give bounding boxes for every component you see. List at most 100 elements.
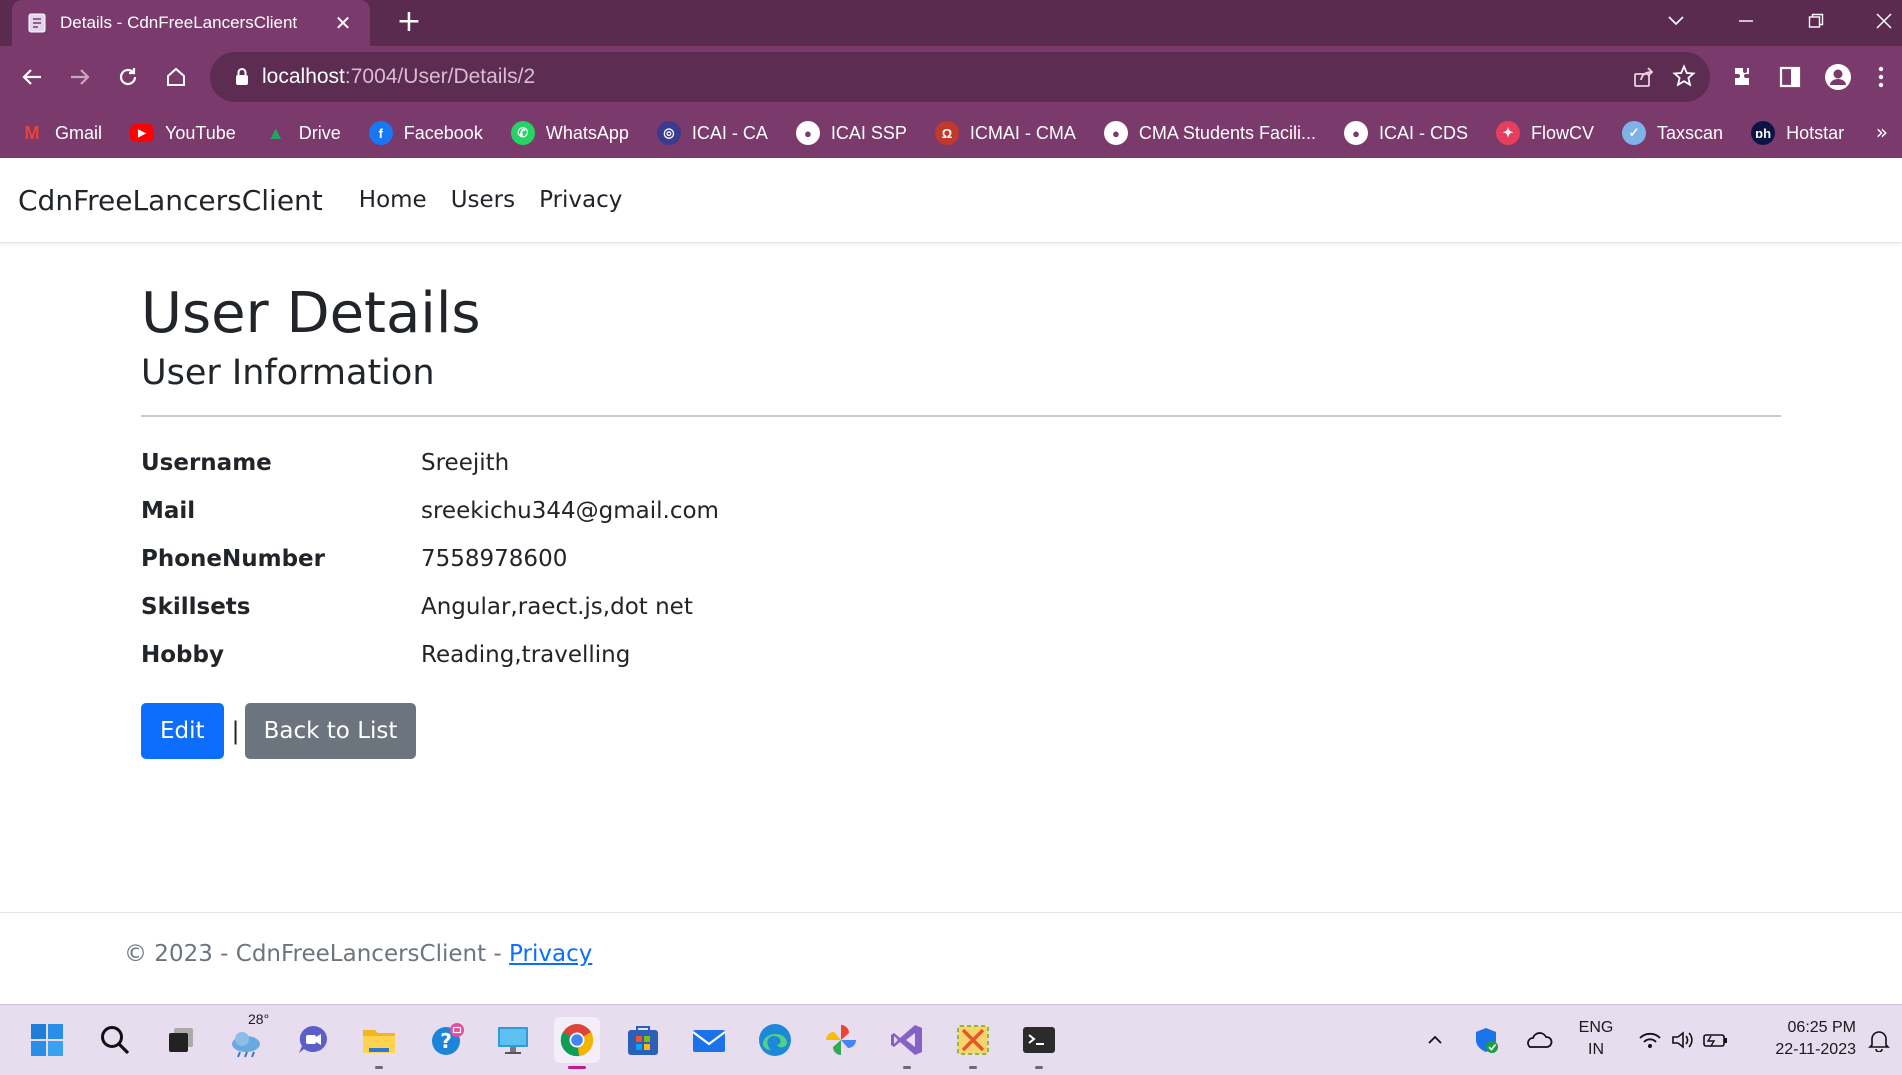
bookmark-item[interactable]: ✆ WhatsApp [510,121,629,145]
globe-icon: ● [1344,121,1368,145]
chrome-taskbar-icon[interactable] [554,1017,600,1069]
action-buttons: Edit | Back to List [141,702,1781,759]
bookmark-item[interactable]: f Facebook [368,121,483,145]
task-view-icon[interactable] [158,1017,204,1063]
volume-icon[interactable] [1668,1017,1696,1063]
bookmark-item[interactable]: ◎ ICAI - CA [656,121,768,145]
detail-row-skillsets: Skillsets Angular,raect.js,dot net [141,583,1781,631]
address-bar[interactable]: localhost:7004/User/Details/2 [210,52,1710,102]
browser-tab-active[interactable]: Details - CdnFreeLancersClient ✕ [12,0,370,46]
bookmark-item[interactable]: M Gmail [20,121,103,145]
field-value: Sreejith [421,449,510,476]
url-text: localhost:7004/User/Details/2 [262,65,535,89]
icai-icon: ◎ [656,121,681,145]
nav-link-home[interactable]: Home [359,187,427,213]
nav-link-privacy[interactable]: Privacy [539,187,622,213]
navbar-brand[interactable]: CdnFreeLancersClient [18,184,323,217]
globe-icon: ● [795,121,820,145]
reload-icon[interactable] [108,57,148,97]
notification-bell-icon[interactable] [1864,1017,1894,1063]
detail-row-hobby: Hobby Reading,travelling [141,631,1781,679]
footer-privacy-link[interactable]: Privacy [509,941,592,967]
bookmark-label: CMA Students Facili... [1138,122,1316,143]
detail-row-mail: Mail sreekichu344@gmail.com [141,487,1781,535]
url-path: :7004/User/Details/2 [344,65,536,88]
snipping-tool-icon[interactable] [950,1017,996,1069]
search-icon[interactable] [92,1017,138,1063]
lang-region: IN [1588,1041,1604,1058]
edit-button[interactable]: Edit [141,702,224,759]
bookmark-label: YouTube [165,122,236,143]
footer-copyright: © 2023 - CdnFreeLancersClient - [124,941,510,967]
tray-overflow-chevron-icon[interactable] [1420,1017,1450,1063]
restore-icon[interactable] [1796,4,1836,38]
tab-search-icon[interactable] [1656,4,1696,38]
onedrive-cloud-icon[interactable] [1520,1017,1556,1063]
bookmark-item[interactable]: ● ICAI - CDS [1344,121,1468,145]
share-icon[interactable] [1632,65,1656,93]
bookmark-label: Drive [298,122,341,143]
bookmark-item[interactable]: ✓ Taxscan [1622,121,1723,145]
svg-text:?: ? [440,1029,452,1053]
details-list: Username Sreejith Mail sreekichu344@gmai… [141,439,1781,679]
wifi-icon[interactable] [1636,1017,1664,1063]
bookmark-label: WhatsApp [545,122,629,143]
back-icon[interactable] [12,57,52,97]
tab-close-icon[interactable]: ✕ [330,11,356,35]
bookmark-label: Taxscan [1657,122,1724,143]
forward-icon[interactable] [60,57,100,97]
clock[interactable]: 06:25 PM 22-11-2023 [1748,1017,1856,1061]
bookmarks-overflow-icon[interactable]: » [1876,120,1888,144]
clock-date: 22-11-2023 [1775,1041,1856,1058]
photos-icon[interactable] [818,1017,864,1063]
bookmark-item[interactable]: ɒh Hotstar [1751,121,1844,145]
new-tab-button[interactable]: + [392,6,426,40]
terminal-icon[interactable] [1016,1017,1062,1069]
side-panel-icon[interactable] [1770,57,1810,97]
page-title: User Details [141,281,481,346]
menu-kebab-icon[interactable] [1866,57,1896,97]
weather-temp: 28° [248,1011,270,1027]
bookmark-item[interactable]: ✦ FlowCV [1496,121,1594,145]
bookmark-item[interactable]: ● ICAI SSP [795,121,907,145]
home-icon[interactable] [156,57,196,97]
field-label: Username [141,449,272,476]
icmai-icon: Ω [934,121,959,145]
hotstar-icon: ɒh [1751,121,1776,145]
field-value: Angular,raect.js,dot net [421,593,693,620]
bookmark-item[interactable]: Ω ICMAI - CMA [934,121,1076,145]
page-viewport: CdnFreeLancersClient Home Users Privacy … [0,158,1902,1004]
input-language[interactable]: ENG IN [1572,1017,1620,1061]
whatsapp-icon: ✆ [510,121,535,145]
detail-row-username: Username Sreejith [141,439,1781,487]
visual-studio-icon[interactable] [884,1017,930,1069]
bookmark-item[interactable]: ● CMA Students Facili... [1103,121,1316,145]
extensions-icon[interactable] [1722,57,1762,97]
windows-start-icon[interactable] [24,1017,70,1063]
bookmark-item[interactable]: ▲ Drive [264,121,341,145]
file-explorer-icon[interactable] [356,1017,402,1069]
mail-icon[interactable] [686,1017,732,1063]
remote-desktop-icon[interactable] [490,1017,536,1063]
back-to-list-button[interactable]: Back to List [244,702,417,759]
security-shield-icon[interactable] [1468,1017,1504,1063]
battery-icon[interactable] [1700,1017,1732,1063]
microsoft-store-icon[interactable] [620,1017,666,1063]
drive-icon: ▲ [266,122,285,143]
minimize-icon[interactable] [1726,4,1766,38]
bookmark-item[interactable]: ▶ YouTube [130,123,236,144]
site-navbar: CdnFreeLancersClient Home Users Privacy [0,158,1902,243]
bookmark-star-icon[interactable] [1672,64,1696,92]
teams-chat-icon[interactable] [290,1017,336,1063]
nav-link-users[interactable]: Users [451,187,515,213]
edge-icon[interactable] [752,1017,798,1063]
close-window-icon[interactable] [1864,4,1902,38]
weather-widget-icon[interactable]: 28° [224,1011,270,1063]
section-subtitle: User Information [141,352,435,393]
bookmark-label: ICAI SSP [830,122,907,143]
site-footer: © 2023 - CdnFreeLancersClient - Privacy [0,912,1902,1004]
url-host: localhost [262,65,345,88]
profile-avatar-icon[interactable] [1818,57,1858,97]
clock-time: 06:25 PM [1787,1019,1856,1036]
help-tips-icon[interactable]: ? [424,1017,470,1063]
